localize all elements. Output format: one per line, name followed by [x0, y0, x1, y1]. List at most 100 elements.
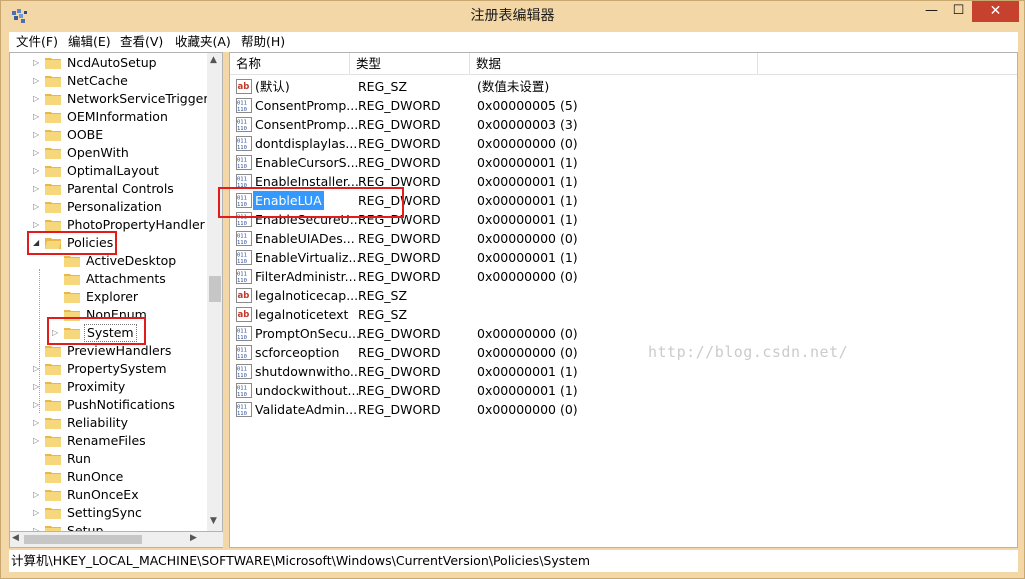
dword-value-icon: 011 110 [236, 231, 252, 246]
menu-edit[interactable]: 编辑(E) [63, 32, 116, 52]
value-data: 0x00000000 (0) [477, 231, 578, 246]
folder-icon [64, 292, 80, 303]
table-row[interactable]: 011 110 undockwithout... REG_DWORD 0x0000000… [230, 381, 1017, 400]
table-row[interactable]: 011 110 ConsentPromp... REG_DWORD 0x00000003… [230, 115, 1017, 134]
svg-text:110: 110 [237, 107, 247, 113]
expand-arrow-icon[interactable]: ▷ [33, 378, 43, 396]
window-title: 注册表编辑器 [470, 8, 555, 24]
dword-value-icon: 011 110 [236, 136, 252, 151]
svg-text:110: 110 [237, 411, 247, 417]
expand-arrow-icon[interactable]: ▷ [33, 144, 43, 162]
expand-arrow-icon[interactable]: ▷ [33, 108, 43, 126]
expand-arrow-icon[interactable]: ▷ [33, 414, 43, 432]
table-row[interactable]: 011 110 ConsentPromp... REG_DWORD 0x00000005… [230, 96, 1017, 115]
close-button[interactable]: ✕ [972, 1, 1019, 22]
scroll-thumb[interactable] [209, 276, 221, 302]
table-row[interactable]: 011 110 ValidateAdmin... REG_DWORD 0x0000000… [230, 400, 1017, 419]
scroll-down-icon[interactable]: ▼ [210, 516, 217, 526]
tree-item-label: SettingSync [67, 505, 142, 520]
menu-bar: 文件(F) 编辑(E) 查看(V) 收藏夹(A) 帮助(H) [9, 32, 1018, 52]
expand-arrow-icon[interactable]: ▷ [33, 504, 43, 522]
folder-icon [45, 76, 61, 87]
svg-text:011: 011 [237, 329, 247, 335]
menu-favorites[interactable]: 收藏夹(A) [170, 32, 236, 52]
table-row[interactable]: 011 110 EnableVirtualiz... REG_DWORD 0x00000… [230, 248, 1017, 267]
expand-arrow-icon[interactable]: ▷ [33, 396, 43, 414]
folder-icon [45, 382, 61, 393]
svg-text:ab: ab [238, 291, 250, 301]
expand-arrow-icon[interactable]: ▷ [33, 180, 43, 198]
maximize-button[interactable]: ☐ [945, 1, 972, 22]
title-bar[interactable]: 注册表编辑器 — ☐ ✕ [1, 1, 1024, 32]
value-name: shutdownwitho... [255, 364, 362, 379]
tree-horizontal-scrollbar[interactable]: ◀ ▶ [9, 532, 223, 548]
tree-item-label: OpenWith [67, 145, 129, 160]
value-type: REG_DWORD [358, 250, 441, 265]
column-header-name[interactable]: 名称 [230, 53, 350, 75]
expand-arrow-icon[interactable]: ▷ [33, 486, 43, 504]
folder-icon [45, 526, 61, 531]
table-row[interactable]: ab legalnoticecap... REG_SZ [230, 286, 1017, 305]
svg-text:110: 110 [237, 164, 247, 170]
tree-vertical-scrollbar[interactable]: ▲ ▼ [207, 53, 222, 531]
minimize-button[interactable]: — [918, 1, 945, 22]
value-type: REG_SZ [358, 79, 408, 94]
value-data: 0x00000001 (1) [477, 193, 578, 208]
tree-item-label: Setup [67, 523, 104, 532]
menu-view[interactable]: 查看(V) [115, 32, 168, 52]
expand-arrow-icon[interactable]: ▷ [33, 54, 43, 72]
table-row[interactable]: 011 110 EnableUIADes... REG_DWORD 0x00000000… [230, 229, 1017, 248]
value-data: 0x00000000 (0) [477, 345, 578, 360]
table-row[interactable]: 011 110 EnableCursorS... REG_DWORD 0x0000000… [230, 153, 1017, 172]
value-type: REG_DWORD [358, 136, 441, 151]
folder-icon [45, 418, 61, 429]
folder-icon [45, 184, 61, 195]
expand-arrow-icon[interactable]: ▷ [33, 72, 43, 90]
expand-arrow-icon[interactable]: ▷ [33, 162, 43, 180]
scroll-right-icon[interactable]: ▶ [190, 533, 197, 543]
table-row[interactable]: 011 110 dontdisplaylas... REG_DWORD 0x000000… [230, 134, 1017, 153]
menu-help[interactable]: 帮助(H) [236, 32, 290, 52]
value-data: 0x00000005 (5) [477, 98, 578, 113]
menu-file[interactable]: 文件(F) [11, 32, 63, 52]
expand-arrow-icon[interactable]: ▷ [33, 126, 43, 144]
tree-item-label: NetworkServiceTriggers [67, 91, 216, 106]
column-header-data[interactable]: 数据 [470, 53, 758, 75]
value-name: (默认) [255, 79, 290, 94]
folder-icon [45, 436, 61, 447]
folder-icon [45, 112, 61, 123]
expand-arrow-icon[interactable]: ▷ [33, 432, 43, 450]
folder-icon [45, 58, 61, 69]
column-header-type[interactable]: 类型 [350, 53, 470, 75]
scroll-left-icon[interactable]: ◀ [12, 533, 19, 543]
expand-arrow-icon[interactable]: ▷ [33, 198, 43, 216]
scroll-thumb[interactable] [24, 535, 142, 544]
table-row[interactable]: 011 110 FilterAdministr... REG_DWORD 0x00000… [230, 267, 1017, 286]
expand-arrow-icon[interactable]: ▷ [33, 522, 43, 531]
expand-arrow-icon[interactable]: ▷ [33, 90, 43, 108]
tree-item-label: OOBE [67, 127, 104, 142]
value-type: REG_DWORD [358, 98, 441, 113]
table-row[interactable]: ab (默认) REG_SZ (数值未设置) [230, 77, 1017, 96]
value-type: REG_SZ [358, 307, 408, 322]
expand-arrow-icon[interactable]: ▷ [33, 360, 43, 378]
table-row[interactable]: 011 110 shutdownwitho... REG_DWORD 0x0000000… [230, 362, 1017, 381]
svg-text:011: 011 [237, 234, 247, 240]
svg-text:110: 110 [237, 145, 247, 151]
table-row[interactable]: 011 110 PromptOnSecu... REG_DWORD 0x00000000… [230, 324, 1017, 343]
status-bar-path: 计算机\HKEY_LOCAL_MACHINE\SOFTWARE\Microsof… [9, 550, 1018, 572]
key-tree-pane[interactable]: ▷ NcdAutoSetup ▷ NetCache ▷ NetworkServi… [9, 52, 223, 532]
scroll-up-icon[interactable]: ▲ [210, 55, 217, 65]
table-row[interactable]: 011 110 scforceoption REG_DWORD 0x00000000 (… [230, 343, 1017, 362]
value-name: dontdisplaylas... [255, 136, 358, 151]
value-list-pane[interactable]: 名称 类型 数据 ab (默认) REG_SZ (数值未设置) 011 110 Consen… [229, 52, 1018, 548]
dword-value-icon: 011 110 [236, 402, 252, 417]
value-type: REG_DWORD [358, 383, 441, 398]
svg-text:011: 011 [237, 120, 247, 126]
value-data: (数值未设置) [477, 79, 550, 94]
svg-text:011: 011 [237, 272, 247, 278]
table-row[interactable]: ab legalnoticetext REG_SZ [230, 305, 1017, 324]
svg-text:011: 011 [237, 177, 247, 183]
string-value-icon: ab [236, 288, 252, 303]
svg-text:110: 110 [237, 373, 247, 379]
